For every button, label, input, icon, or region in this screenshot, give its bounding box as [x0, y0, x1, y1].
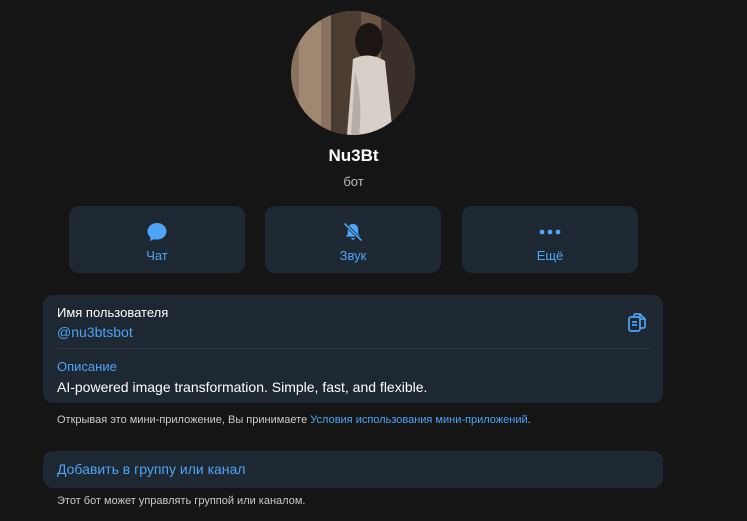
- more-button-label: Ещё: [536, 248, 564, 263]
- mini-app-terms-notice: Открывая это мини-приложение, Вы принима…: [57, 414, 531, 426]
- bot-subtitle: бот: [343, 174, 364, 189]
- copy-icon[interactable]: [625, 311, 649, 335]
- bot-info-card: Имя пользователя @nu3btsbot Описание AI-…: [43, 295, 663, 403]
- mini-app-terms-link[interactable]: Условия использования мини-приложений: [310, 414, 527, 426]
- bot-name: Nu3Bt: [328, 146, 379, 165]
- sound-button[interactable]: Звук: [265, 206, 441, 273]
- description-title: Описание: [57, 359, 117, 374]
- add-to-group-footnote: Этот бот может управлять группой или кан…: [57, 495, 306, 507]
- description-text: AI-powered image transformation. Simple,…: [57, 379, 428, 395]
- notice-text: Открывая это мини-приложение, Вы принима…: [57, 414, 311, 426]
- username-value[interactable]: @nu3btsbot: [57, 324, 133, 340]
- username-title: Имя пользователя: [57, 305, 169, 320]
- add-to-group-button[interactable]: Добавить в группу или канал: [43, 451, 663, 488]
- chat-button[interactable]: Чат: [69, 206, 245, 273]
- bot-avatar[interactable]: [291, 11, 415, 135]
- card-divider: [57, 348, 649, 349]
- sound-button-label: Звук: [339, 248, 367, 263]
- notice-end: .: [527, 414, 531, 426]
- add-to-group-label: Добавить в группу или канал: [57, 461, 246, 477]
- more-button[interactable]: Ещё: [462, 206, 638, 273]
- more-dots-icon: [462, 220, 638, 244]
- bell-muted-icon: [265, 220, 441, 244]
- chat-bubble-icon: [69, 220, 245, 244]
- chat-button-label: Чат: [146, 248, 168, 263]
